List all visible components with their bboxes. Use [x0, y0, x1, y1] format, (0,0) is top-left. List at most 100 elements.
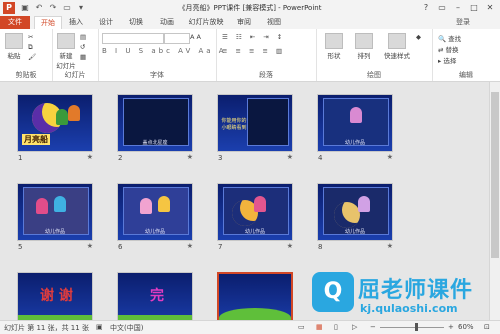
slide-image-4: 幼儿作品 — [317, 94, 393, 152]
title-bar: P ▣ ↶ ↷ ▭ ▾ 《月亮船》PPT课件 [兼容模式] - PowerPoi… — [0, 0, 500, 17]
slide-image-9: 谢 谢 — [17, 272, 93, 320]
scrollbar-thumb[interactable] — [491, 92, 499, 258]
animation-star-icon: ★ — [86, 153, 93, 161]
quick-styles-label: 快速样式 — [384, 52, 410, 60]
slide-thumbnail-4[interactable]: 幼儿作品 4 ★ — [317, 94, 393, 162]
shapes-icon — [325, 33, 343, 49]
moon-icon — [334, 202, 360, 228]
grass-image — [219, 308, 291, 320]
zoom-slider-thumb[interactable] — [415, 323, 418, 331]
slide-image-8: 幼儿作品 — [317, 183, 393, 241]
copy-icon[interactable]: ⧉ — [28, 43, 33, 52]
sign-in-link[interactable]: 登录 — [456, 17, 470, 27]
paste-button[interactable]: 粘贴 — [4, 33, 24, 60]
zoom-level[interactable]: 60% — [458, 323, 474, 331]
shape-fill-icon[interactable]: ◆ — [416, 33, 421, 41]
tab-slideshow[interactable]: 幻灯片放映 — [185, 16, 227, 29]
slide-caption: 幼儿作品 — [344, 229, 365, 235]
tab-design[interactable]: 设计 — [94, 16, 118, 29]
slide-thumbnail-6[interactable]: 幼儿作品 6 ★ — [117, 183, 193, 251]
close-icon[interactable]: ✕ — [482, 0, 498, 16]
zoom-in-icon[interactable]: + — [448, 323, 454, 331]
select-button[interactable]: ▸ 选择 — [438, 55, 456, 65]
paste-icon — [5, 33, 23, 49]
group-clipboard: 粘贴 ✂ ⧉ 🖌 剪贴板 — [0, 29, 53, 81]
fit-slide-icon[interactable]: ⊡ — [484, 323, 490, 331]
tab-file[interactable]: 文件 — [0, 16, 30, 29]
arrange-button[interactable]: 排列 — [352, 33, 376, 60]
animation-star-icon: ★ — [286, 153, 293, 161]
tab-insert[interactable]: 插入 — [64, 16, 88, 29]
maximize-icon[interactable]: □ — [466, 0, 482, 16]
slide-number: 6 — [118, 243, 123, 251]
replace-button[interactable]: ⇄ 替换 — [438, 44, 459, 54]
shapes-button[interactable]: 形状 — [322, 33, 346, 60]
ribbon-tabs: 文件 开始 插入 设计 切换 动画 幻灯片放映 审阅 视图 登录 — [0, 16, 500, 29]
quick-styles-icon — [388, 33, 406, 49]
slide-image-7: 幼儿作品 — [217, 183, 293, 241]
editing-group-label: 编辑 — [459, 71, 473, 79]
grow-font-icon[interactable]: A A — [190, 33, 201, 41]
slide-caption: 幼儿作品 — [344, 140, 365, 146]
slide-thumbnail-1[interactable]: 月亮船 1 ★ — [17, 94, 93, 162]
new-slide-button[interactable]: 新建 幻灯片 — [55, 33, 77, 70]
tab-view[interactable]: 视图 — [262, 16, 286, 29]
slide-image-11 — [217, 272, 293, 320]
slide-thumbnail-7[interactable]: 幼儿作品 7 ★ — [217, 183, 293, 251]
ribbon: 粘贴 ✂ ⧉ 🖌 剪贴板 新建 幻灯片 ▤ ↺ ▦ 幻灯片 A A B I U … — [0, 29, 500, 82]
zoom-out-icon[interactable]: − — [370, 323, 376, 331]
tab-review[interactable]: 审阅 — [232, 16, 256, 29]
quick-styles-button[interactable]: 快速样式 — [380, 33, 414, 60]
child-figure-icon — [68, 105, 80, 121]
tab-animations[interactable]: 动画 — [154, 16, 180, 29]
window-controls: ? ▭ – □ ✕ — [418, 0, 498, 16]
tab-transitions[interactable]: 切换 — [124, 16, 148, 29]
slide-number: 1 — [18, 154, 23, 162]
animation-star-icon: ★ — [386, 242, 393, 250]
child-figure-icon — [158, 196, 170, 212]
slide-thumbnail-9[interactable]: 谢 谢 — [17, 272, 93, 320]
spellcheck-icon[interactable]: ▣ — [96, 323, 103, 331]
slide-big-text: 完 — [150, 288, 164, 304]
watermark-url: kj.qulaoshi.com — [360, 302, 458, 315]
font-format-buttons[interactable]: B I U S abc AV Aa A — [102, 47, 227, 55]
tab-home[interactable]: 开始 — [34, 16, 62, 29]
font-size-box[interactable] — [164, 33, 190, 44]
slide-thumbnail-8[interactable]: 幼儿作品 8 ★ — [317, 183, 393, 251]
replace-label: 替换 — [445, 46, 459, 54]
group-drawing: 形状 排列 快速样式 ◆ 绘图 — [316, 29, 433, 81]
normal-view-icon[interactable]: ▭ — [298, 323, 305, 331]
slide-thumbnail-5[interactable]: 幼儿作品 5 ★ — [17, 183, 93, 251]
slide-thumbnail-11[interactable] — [217, 272, 293, 320]
reading-view-icon[interactable]: ▯ — [334, 323, 338, 331]
layout-icon[interactable]: ▤ — [80, 33, 86, 41]
format-painter-icon[interactable]: 🖌 — [28, 53, 36, 61]
slide-thumbnail-2[interactable]: 盖点北星座 2 ★ — [117, 94, 193, 162]
clipboard-group-label: 剪贴板 — [15, 71, 37, 79]
slide-thumbnail-3[interactable]: 你能用你的 小眼睛看到 3 ★ — [217, 94, 293, 162]
slide-thumbnail-10[interactable]: 完 — [117, 272, 193, 320]
child-figure-icon — [36, 198, 48, 214]
list-icons[interactable]: ☰ ☷ ⇤ ⇥ ↕ — [222, 33, 285, 41]
animation-star-icon: ★ — [86, 242, 93, 250]
language-status[interactable]: 中文(中国) — [110, 323, 143, 333]
help-icon[interactable]: ? — [418, 0, 434, 16]
new-slide-label: 新建 幻灯片 — [56, 52, 76, 70]
find-button[interactable]: 🔍 查找 — [438, 33, 461, 43]
slideshow-view-icon[interactable]: ▷ — [352, 323, 357, 331]
zoom-slider[interactable] — [380, 327, 444, 328]
slide-big-text: 谢 谢 — [40, 288, 73, 304]
restore-ribbon-icon[interactable]: ▭ — [434, 0, 450, 16]
slide-caption: 幼儿作品 — [44, 229, 65, 235]
paragraph-group-label: 段落 — [259, 71, 273, 79]
slide-sorter-view-icon[interactable]: ▦ — [316, 323, 323, 331]
minimize-icon[interactable]: – — [450, 0, 466, 16]
cut-icon[interactable]: ✂ — [28, 33, 33, 41]
reset-icon[interactable]: ↺ — [80, 43, 85, 51]
new-slide-icon — [57, 33, 75, 49]
arrange-icon — [355, 33, 373, 49]
align-icons[interactable]: ≡ ≡ ≡ ≡ ▥ — [222, 47, 285, 55]
animation-star-icon: ★ — [186, 242, 193, 250]
font-name-box[interactable] — [102, 33, 164, 44]
section-icon[interactable]: ▦ — [80, 53, 86, 61]
